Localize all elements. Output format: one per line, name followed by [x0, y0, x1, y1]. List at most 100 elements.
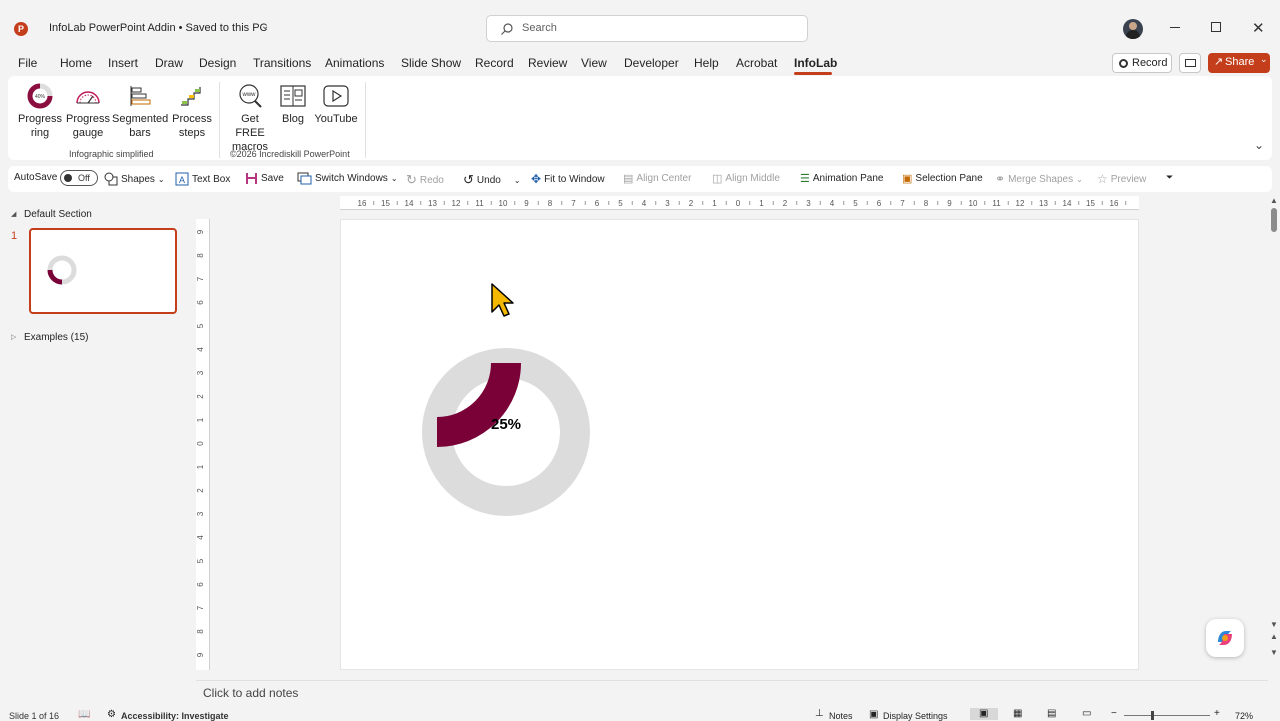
tab-insert[interactable]: Insert [108, 56, 138, 70]
share-button[interactable]: ↗ Share ⌄ [1208, 53, 1270, 73]
customize-toolbar-icon[interactable]: ⏷ [1166, 172, 1173, 183]
close-button[interactable]: ✕ [1252, 19, 1265, 37]
section-collapse-icon[interactable]: ◢ [11, 210, 16, 218]
tab-review[interactable]: Review [528, 56, 567, 70]
scroll-up-icon[interactable]: ▲ [1270, 196, 1278, 205]
ruler-tick-label: 9 [196, 229, 205, 234]
examples-collapse-icon[interactable]: ▷ [11, 333, 16, 341]
tab-file[interactable]: File [18, 56, 37, 70]
user-avatar[interactable] [1123, 19, 1143, 39]
progress-ring-button[interactable]: 40% Progress ring [18, 82, 62, 140]
preview-button[interactable]: ☆ Preview [1097, 172, 1146, 186]
blog-button[interactable]: Blog [278, 82, 308, 126]
zoom-slider-thumb[interactable] [1151, 711, 1154, 720]
tab-design[interactable]: Design [199, 56, 236, 70]
ruler-tick-label: 4 [830, 199, 835, 208]
powerpoint-logo-icon: P [14, 22, 28, 36]
slide-canvas[interactable]: 25% [340, 219, 1139, 670]
save-button[interactable]: Save [245, 172, 284, 185]
tab-home[interactable]: Home [60, 56, 92, 70]
slideshow-icon[interactable]: ▭ [1082, 708, 1091, 719]
redo-button[interactable]: ↻ Redo [406, 172, 444, 188]
textbox-button[interactable]: A Text Box [175, 172, 230, 186]
slide-sorter-icon[interactable]: ▦ [1013, 708, 1022, 719]
selection-pane-button[interactable]: ▣ Selection Pane [902, 172, 983, 185]
search-box[interactable]: Search [486, 15, 808, 42]
zoom-slider[interactable] [1124, 715, 1210, 716]
progress-gauge-button[interactable]: Progress gauge [66, 82, 110, 140]
tab-acrobat[interactable]: Acrobat [736, 56, 777, 70]
www-search-icon: www [235, 82, 265, 110]
switch-windows-label: Switch Windows [315, 173, 388, 184]
process-steps-label-1: Process [172, 113, 212, 125]
record-button[interactable]: Record [1112, 53, 1172, 73]
scroll-down-icon[interactable]: ▼ [1270, 620, 1278, 629]
window-title[interactable]: InfoLab PowerPoint Addin • Saved to this… [49, 22, 268, 34]
prev-slide-icon[interactable]: ▲ [1270, 632, 1278, 641]
undo-button[interactable]: ↺ Undo ⌄ [463, 172, 521, 188]
restore-button[interactable] [1211, 22, 1221, 32]
tab-view[interactable]: View [581, 56, 607, 70]
ruler-tick-label: 5 [853, 199, 858, 208]
accessibility-icon: ⚙ [107, 709, 116, 720]
tab-slide-show[interactable]: Slide Show [401, 56, 461, 70]
segmented-bars-label-1: Segmented [112, 113, 169, 125]
textbox-label: Text Box [192, 173, 231, 185]
tab-record[interactable]: Record [475, 56, 514, 70]
record-label: Record [1132, 57, 1168, 69]
vertical-scrollbar[interactable]: ▲ ▼ ▲ ▼ [1268, 196, 1280, 680]
ruler-tick-label: 7 [196, 276, 205, 281]
copilot-button[interactable] [1206, 619, 1244, 657]
notes-pane[interactable]: Click to add notes [196, 680, 1268, 706]
tab-transitions[interactable]: Transitions [253, 56, 311, 70]
youtube-button[interactable]: YouTube [312, 82, 360, 126]
tab-draw[interactable]: Draw [155, 56, 183, 70]
section-title[interactable]: Default Section [24, 209, 92, 220]
segmented-bars-button[interactable]: Segmented bars [112, 82, 168, 140]
ribbon-tabs: File Home Insert Draw Design Transitions… [0, 50, 1280, 76]
toggle-knob [64, 174, 72, 182]
animation-pane-button[interactable]: ☰ Animation Pane [800, 172, 883, 185]
spelling-book-icon[interactable]: 📖 [78, 709, 90, 720]
merge-shapes-button[interactable]: ⚭ Merge Shapes ⌄ [995, 172, 1083, 186]
progress-ring-label-1: Progress [18, 113, 63, 125]
title-dropdown-icon[interactable]: ⌄ [261, 21, 269, 32]
textbox-icon: A [175, 172, 189, 186]
copilot-icon [1218, 631, 1232, 645]
fit-to-window-button[interactable]: ✥ Fit to Window [531, 172, 605, 186]
comments-button[interactable] [1179, 53, 1201, 73]
preview-label: Preview [1110, 173, 1147, 185]
shapes-button[interactable]: Shapes ⌄ [104, 172, 165, 186]
tab-infolab[interactable]: InfoLab [794, 56, 837, 70]
progress-gauge-label-2: gauge [72, 127, 104, 139]
ribbon-collapse-icon[interactable]: ⌄ [1254, 138, 1264, 152]
ruler-tick-label: 15 [381, 199, 390, 208]
examples-section[interactable]: Examples (15) [24, 332, 88, 343]
align-center-button[interactable]: ▤ Align Center [623, 172, 691, 185]
svg-text:A: A [179, 175, 185, 185]
tab-animations[interactable]: Animations [325, 56, 384, 70]
process-steps-button[interactable]: Process steps [170, 82, 214, 140]
align-center-icon: ▤ [623, 173, 634, 185]
ruler-tick-label: 3 [196, 511, 205, 516]
slide-thumbnail[interactable] [29, 228, 177, 314]
reading-view-icon[interactable]: ▤ [1047, 708, 1056, 719]
tab-developer[interactable]: Developer [624, 56, 679, 70]
chevron-down-icon: ⌄ [1076, 174, 1083, 184]
progress-ring-chart[interactable]: 25% [421, 347, 591, 517]
save-icon [246, 173, 257, 184]
zoom-out-icon[interactable]: − [1111, 708, 1117, 719]
ruler-tick-label: 8 [196, 629, 205, 634]
scroll-thumb[interactable] [1271, 208, 1277, 232]
next-slide-icon[interactable]: ▼ [1270, 648, 1278, 657]
ruler-tick-label: 9 [196, 652, 205, 657]
shapes-icon [104, 172, 118, 186]
tab-help[interactable]: Help [694, 56, 719, 70]
zoom-in-icon[interactable]: + [1214, 708, 1220, 719]
autosave-toggle[interactable]: Off [60, 170, 98, 186]
ruler-tick-label: 5 [196, 558, 205, 563]
switch-windows-button[interactable]: Switch Windows ⌄ [297, 172, 398, 185]
minimize-button[interactable] [1168, 20, 1182, 34]
get-free-macros-button[interactable]: www Get FREE macros [226, 82, 274, 154]
align-middle-button[interactable]: ◫ Align Middle [712, 172, 780, 185]
